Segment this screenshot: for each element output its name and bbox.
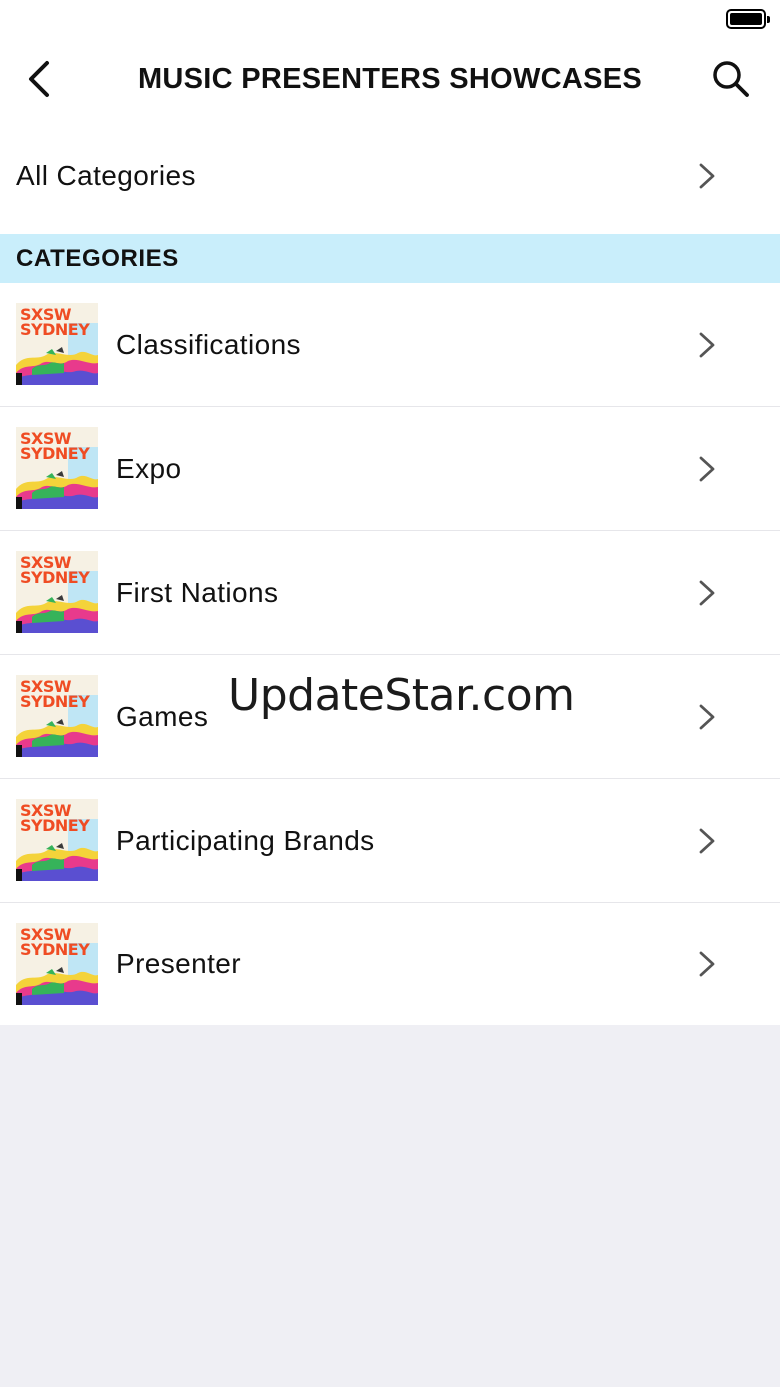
chevron-right-icon	[699, 704, 715, 729]
search-icon	[713, 61, 749, 97]
sxsw-sydney-logo-thumbnail: SXSW SYDNEY	[16, 799, 98, 881]
category-label: Classifications	[116, 328, 301, 360]
sxsw-sydney-logo-thumbnail: SXSW SYDNEY	[16, 923, 98, 1005]
battery-nub	[767, 16, 770, 23]
category-label: Games	[116, 700, 209, 732]
category-item[interactable]: SXSW SYDNEY Classifications	[0, 283, 780, 407]
logo-text: SXSW SYDNEY	[20, 677, 90, 711]
section-header: CATEGORIES	[0, 234, 780, 283]
sxsw-sydney-logo-thumbnail: SXSW SYDNEY	[16, 675, 98, 757]
status-bar	[0, 0, 780, 40]
chevron-right-icon	[699, 828, 715, 853]
category-item[interactable]: SXSW SYDNEY First Nations	[0, 531, 780, 655]
battery-fill	[730, 13, 762, 25]
category-item[interactable]: SXSW SYDNEY Presenter	[0, 903, 780, 1025]
chevron-right-icon	[699, 332, 715, 357]
category-list: SXSW SYDNEY Classifications SXSW SYDNEY …	[0, 283, 780, 1025]
chevron-right-icon	[699, 163, 715, 189]
category-item[interactable]: SXSW SYDNEY Expo	[0, 407, 780, 531]
sxsw-sydney-logo-thumbnail: SXSW SYDNEY	[16, 427, 98, 509]
all-categories-row[interactable]: All Categories	[0, 118, 780, 234]
page-title: MUSIC PRESENTERS SHOWCASES	[137, 62, 643, 95]
category-label: Presenter	[116, 948, 241, 979]
category-label: First Nations	[116, 576, 279, 608]
logo-text: SXSW SYDNEY	[20, 429, 90, 463]
category-label: Expo	[116, 452, 182, 484]
category-item[interactable]: SXSW SYDNEY Games	[0, 655, 780, 779]
category-label: Participating Brands	[116, 824, 375, 856]
section-title: CATEGORIES	[16, 244, 179, 272]
category-item[interactable]: SXSW SYDNEY Participating Brands	[0, 779, 780, 903]
logo-text: SXSW SYDNEY	[20, 801, 90, 835]
nav-bar: MUSIC PRESENTERS SHOWCASES	[0, 40, 780, 118]
back-button[interactable]	[14, 54, 64, 104]
logo-text: SXSW SYDNEY	[20, 305, 90, 339]
search-button[interactable]	[708, 56, 754, 102]
chevron-right-icon	[699, 580, 715, 605]
chevron-right-icon	[699, 951, 715, 977]
logo-text: SXSW SYDNEY	[20, 553, 90, 587]
chevron-left-icon	[29, 61, 49, 97]
all-categories-label: All Categories	[16, 160, 196, 191]
sxsw-sydney-logo-thumbnail: SXSW SYDNEY	[16, 551, 98, 633]
sxsw-sydney-logo-thumbnail: SXSW SYDNEY	[16, 303, 98, 385]
logo-text: SXSW SYDNEY	[20, 925, 90, 959]
chevron-right-icon	[699, 456, 715, 481]
battery-icon	[726, 9, 770, 29]
